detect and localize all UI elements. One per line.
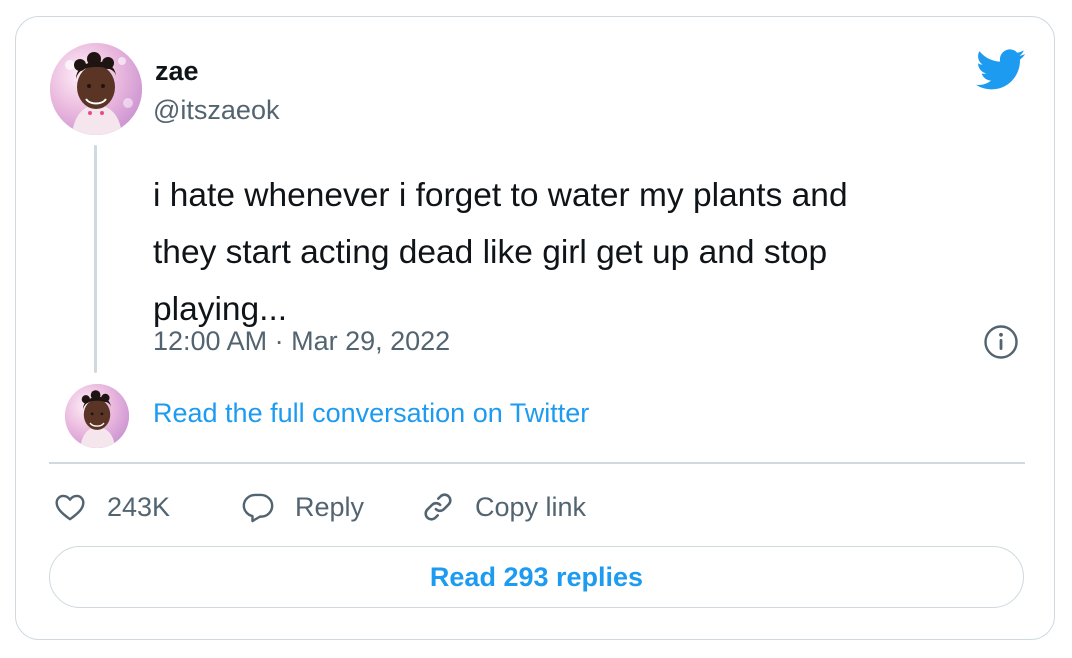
avatar-image (50, 43, 142, 135)
conversation-avatar[interactable] (65, 384, 129, 448)
heart-icon (55, 494, 85, 521)
read-replies-button[interactable]: Read 293 replies (49, 546, 1024, 608)
reply-label: Reply (295, 491, 365, 522)
like-button[interactable]: 243K (53, 487, 170, 527)
tweet-text-line: they start acting dead like girl get up … (153, 234, 828, 271)
tweet-text: i hate whenever i forget to water my pla… (153, 167, 1013, 338)
twitter-bird-icon[interactable] (976, 49, 1026, 91)
link-icon (424, 493, 452, 521)
read-conversation-link[interactable]: Read the full conversation on Twitter (153, 398, 589, 429)
thread-line (94, 145, 97, 373)
speech-bubble-icon (242, 493, 274, 523)
author-handle[interactable]: @itszaeok (153, 95, 279, 126)
author-avatar[interactable] (50, 43, 142, 135)
divider (49, 462, 1025, 464)
tweet-text-line: i hate whenever i forget to water my pla… (153, 177, 848, 214)
info-icon[interactable] (983, 324, 1019, 360)
author-display-name[interactable]: zae (155, 56, 199, 87)
tweet-timestamp[interactable]: 12:00 AM · Mar 29, 2022 (153, 326, 450, 357)
reply-button[interactable]: Reply (241, 487, 364, 527)
tweet-card: zae @itszaeok i hate whenever i forget t… (15, 16, 1055, 640)
copy-link-button[interactable]: Copy link (421, 487, 586, 527)
like-count: 243K (107, 491, 171, 522)
copy-link-label: Copy link (475, 491, 587, 522)
avatar-image (65, 384, 129, 448)
